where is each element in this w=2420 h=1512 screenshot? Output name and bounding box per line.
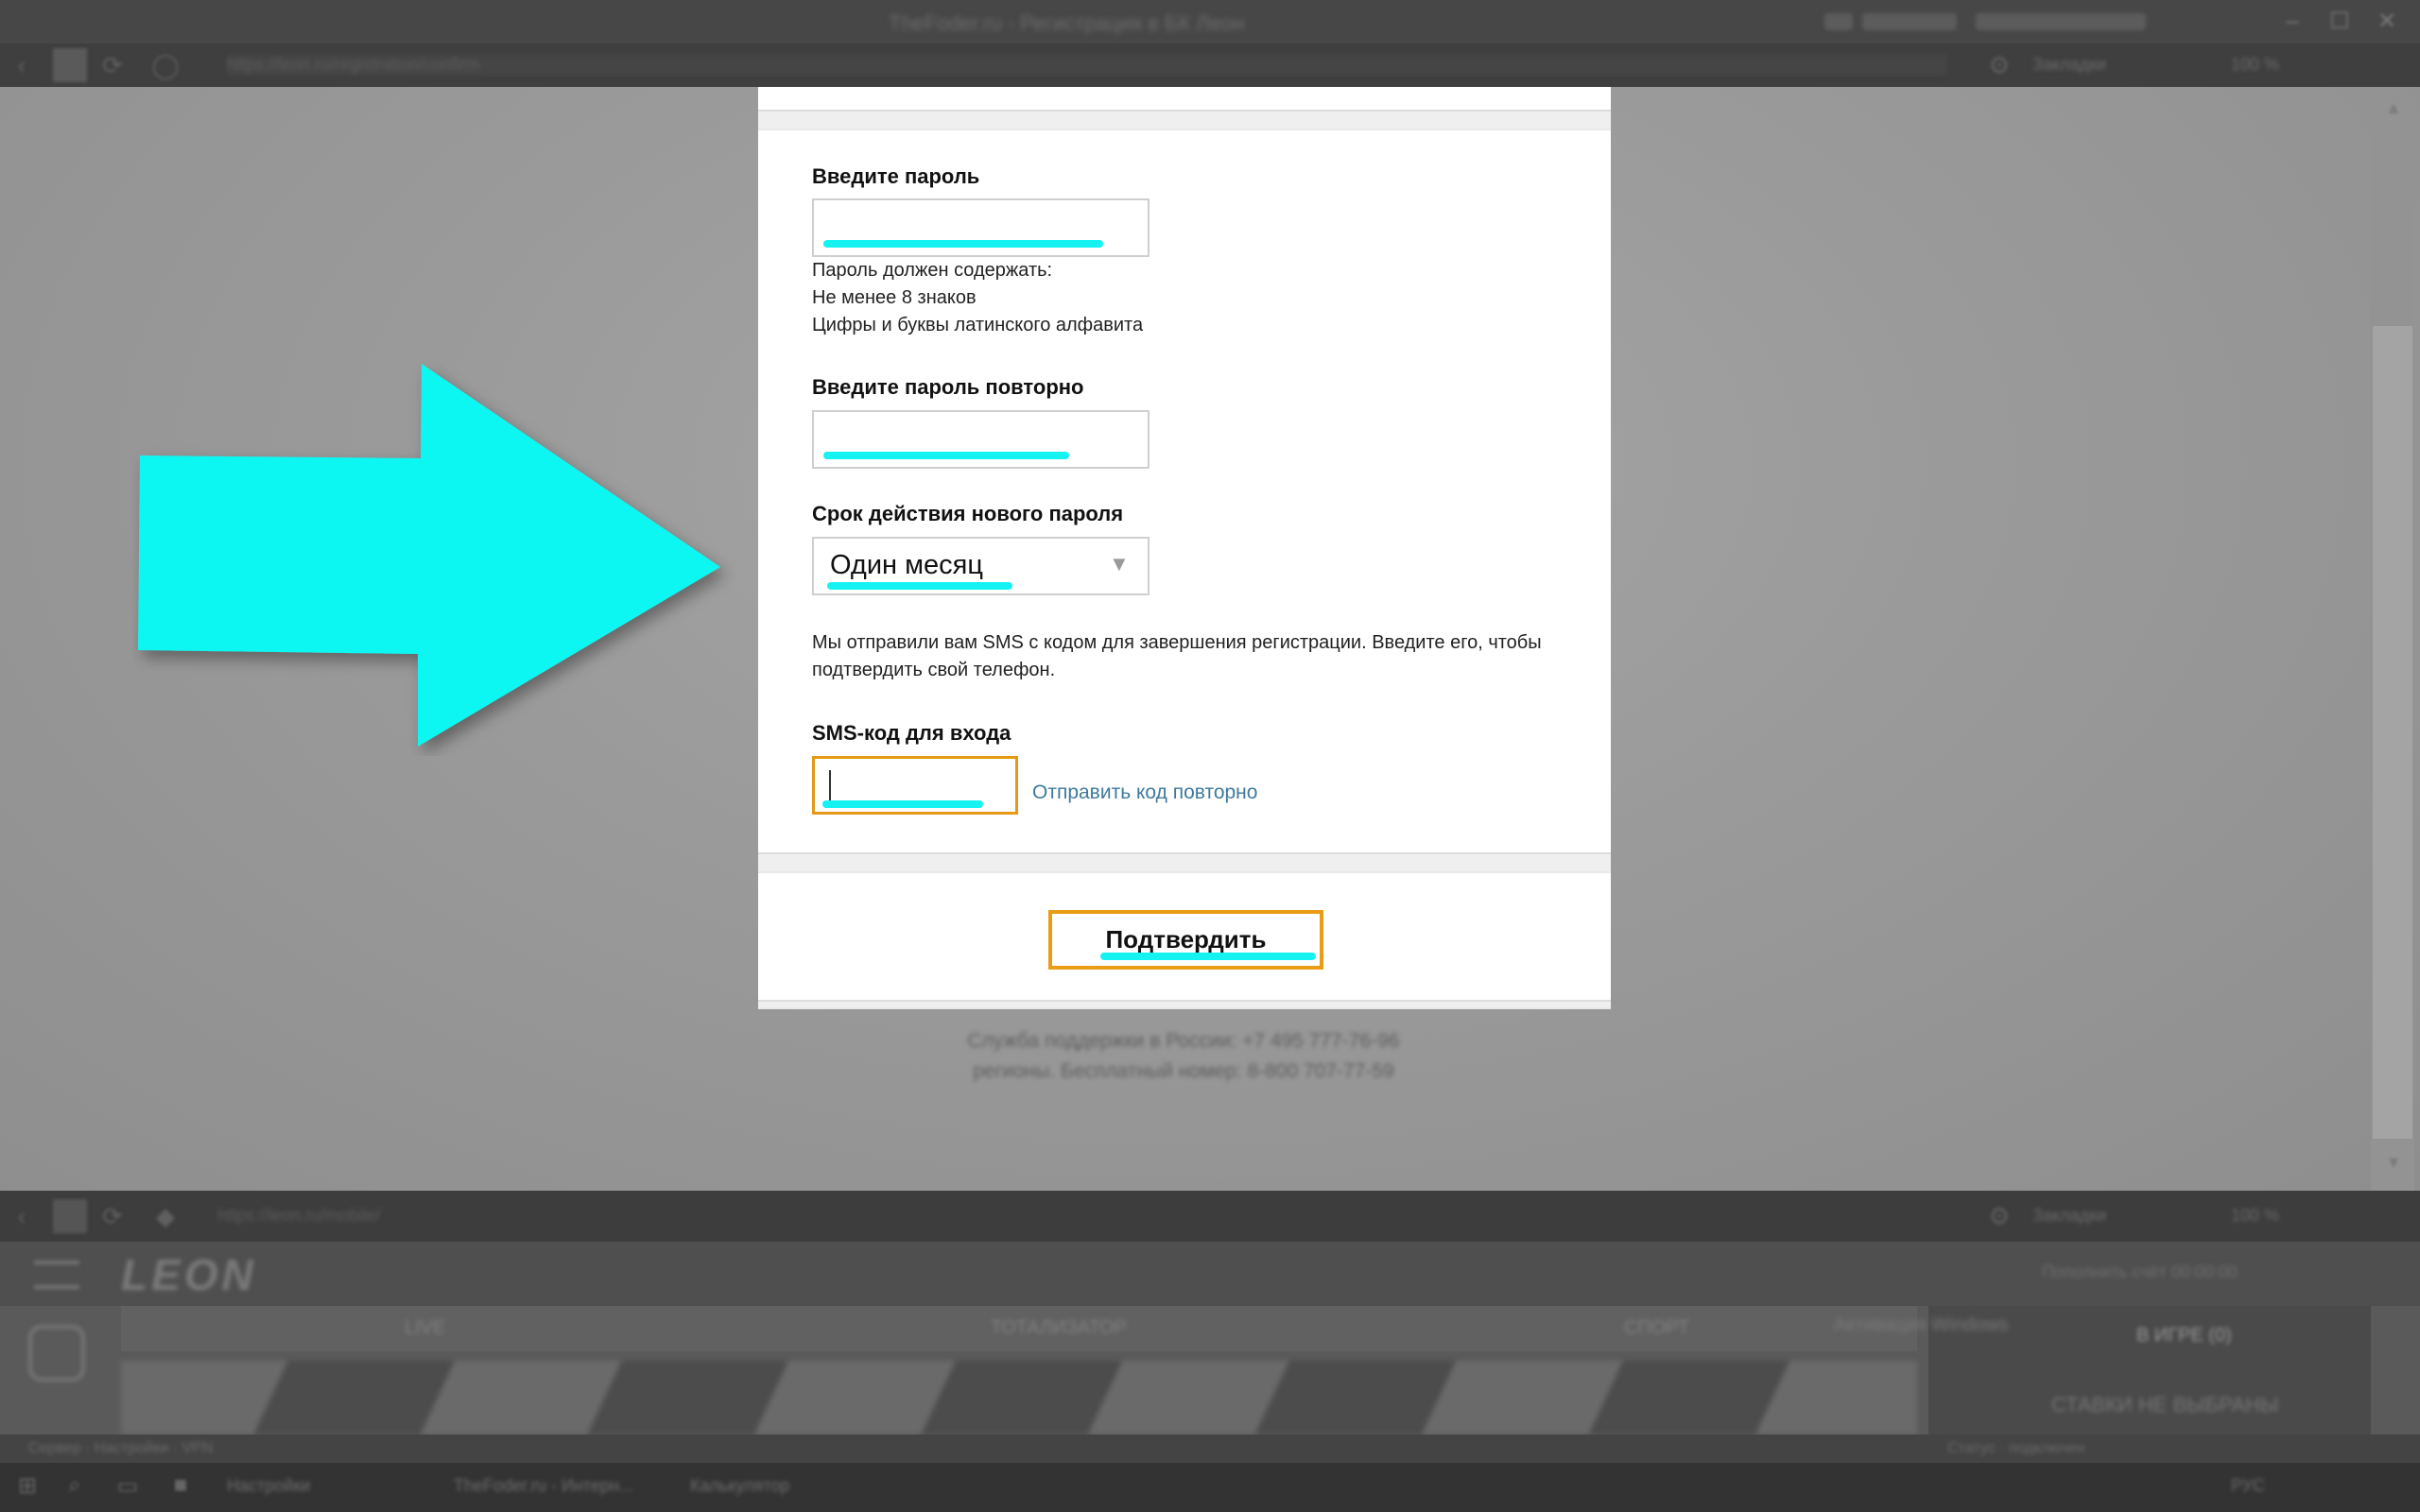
reload-icon[interactable]: ⟳ <box>98 1202 127 1230</box>
bookmark-icon[interactable] <box>1824 13 1853 30</box>
repeat-password-field[interactable] <box>812 410 1150 469</box>
back-icon[interactable]: ‹ <box>8 51 36 79</box>
favorites-icon[interactable] <box>28 1325 85 1382</box>
task-view-icon[interactable]: ▭ <box>113 1472 142 1501</box>
resend-code-link[interactable]: Отправить код повторно <box>1032 782 1257 804</box>
password-hint-length: Не менее 8 знаков <box>812 287 977 308</box>
sms-sent-message: Мы отправили вам SMS с кодом для заверше… <box>812 632 1542 680</box>
pointer-arrow-graphic <box>138 364 720 747</box>
app-header: LEON Пополнить счёт 00:00:00 <box>0 1242 2420 1306</box>
reload-icon[interactable]: ⟳ <box>98 51 127 79</box>
taskbar-item-calculator[interactable]: Калькулятор <box>690 1476 789 1496</box>
modal-top-divider <box>758 110 1611 130</box>
repeat-password-label: Введите пароль повторно <box>812 375 1084 399</box>
camera-icon[interactable]: ■ <box>166 1472 195 1501</box>
home-icon[interactable]: ◯ <box>151 51 180 79</box>
browser-nav-bar: ‹ ⟳ ◯ https://leon.ru/registration/confi… <box>0 43 2420 87</box>
scroll-down-icon[interactable]: ▼ <box>2382 1153 2405 1176</box>
zoom-level[interactable]: 100 % <box>2231 55 2279 75</box>
tab-sport[interactable]: СПОРТ <box>1624 1317 1689 1339</box>
minimize-icon[interactable]: – <box>2278 8 2307 36</box>
bet-slip-title: В ИГРЕ (0) <box>2136 1325 2232 1346</box>
bet-slip-empty: СТАВКИ НЕ ВЫБРАНЫ <box>2051 1393 2279 1417</box>
status-text: Сервер · Настройки · VPN <box>28 1440 214 1456</box>
validity-select[interactable]: Один месяц ▼ <box>812 537 1150 595</box>
password-field[interactable] <box>812 198 1150 257</box>
taskbar-item-browser[interactable]: TheFoder.ru - Интерн... <box>454 1476 633 1496</box>
status-strip: Сервер · Настройки · VPN Статус · подклю… <box>0 1435 2420 1463</box>
maximize-icon[interactable]: ☐ <box>2325 8 2354 36</box>
password-label: Введите пароль <box>812 164 980 188</box>
sms-code-field[interactable] <box>812 756 1018 815</box>
search-icon[interactable]: ⌕ <box>60 1472 89 1501</box>
tab-totalizator[interactable]: ТОТАЛИЗАТОР <box>991 1317 1127 1339</box>
bookmarks-label[interactable]: Закладки <box>2032 55 2106 75</box>
leon-logo[interactable]: LEON <box>121 1249 257 1300</box>
status-text: Статус · подключен <box>1947 1440 2085 1456</box>
taskbar-item-settings[interactable]: Настройки <box>227 1476 310 1496</box>
second-browser-nav: ‹ ⟳ ◆ https://leon.ru/mobile/ ⚙ Закладки… <box>0 1191 2420 1242</box>
zoom-level[interactable]: 100 % <box>2231 1206 2279 1226</box>
tab-live[interactable]: LIVE <box>405 1317 445 1339</box>
header-account-info[interactable]: Пополнить счёт 00:00:00 <box>2042 1263 2363 1285</box>
taskbar: ⊞ ⌕ ▭ ■ Настройки TheFoder.ru - Интерн..… <box>0 1463 2420 1512</box>
highlight-underline <box>822 800 983 808</box>
back-icon[interactable]: ‹ <box>8 1202 36 1230</box>
validity-selected-value: Один месяц <box>830 550 983 580</box>
modal-footer-edge <box>758 1000 1611 1009</box>
confirm-button[interactable]: Подтвердить <box>1048 910 1323 970</box>
start-icon[interactable]: ⊞ <box>13 1472 42 1501</box>
home-icon[interactable]: ◆ <box>151 1202 180 1230</box>
close-icon[interactable]: ✕ <box>2373 8 2401 36</box>
registration-modal: Введите пароль Пароль должен содержать: … <box>758 87 1611 1009</box>
bookmarks-label[interactable]: Закладки <box>2032 1206 2106 1226</box>
support-phone-free: регионы. Бесплатный номер: 8-800 707-77-… <box>973 1060 1394 1082</box>
scroll-up-icon[interactable]: ▲ <box>2382 98 2405 121</box>
support-phone-russia: Служба поддержки в России: +7 495 777-76… <box>967 1030 1400 1052</box>
text-caret <box>829 770 831 800</box>
chevron-down-icon: ▼ <box>1109 552 1130 576</box>
menu-icon[interactable] <box>34 1261 79 1289</box>
password-hint-title: Пароль должен содержать: <box>812 260 1053 281</box>
settings-icon[interactable]: ⚙ <box>1985 51 2014 79</box>
promo-banner[interactable] <box>121 1361 1917 1435</box>
tab-thumbnail-icon[interactable] <box>53 48 87 82</box>
modal-bottom-divider <box>758 852 1611 873</box>
browser-title-bar: TheFoder.ru - Регистрация в БК Леон – ☐ … <box>0 0 2420 43</box>
language-indicator[interactable]: РУС <box>2231 1476 2265 1496</box>
window-title: TheFoder.ru - Регистрация в БК Леон <box>889 11 1245 35</box>
app-content: LIVE ТОТАЛИЗАТОР СПОРТ Активация Windows… <box>0 1306 2420 1435</box>
address-bar[interactable]: https://leon.ru/registration/confirm <box>227 55 1947 76</box>
address-bar[interactable]: https://leon.ru/mobile/ <box>217 1206 596 1227</box>
highlight-underline <box>823 452 1069 459</box>
settings-icon[interactable]: ⚙ <box>1985 1202 2014 1230</box>
toolbar-group[interactable] <box>1976 13 2146 30</box>
sms-code-label: SMS-код для входа <box>812 721 1011 745</box>
password-hint-charset: Цифры и буквы латинского алфавита <box>812 315 1144 335</box>
highlight-underline <box>1100 953 1316 960</box>
validity-label: Срок действия нового пароля <box>812 502 1124 525</box>
highlight-underline <box>827 582 1012 590</box>
tab-thumbnail-icon[interactable] <box>53 1199 87 1233</box>
highlight-underline <box>823 240 1103 248</box>
sport-tabs: LIVE ТОТАЛИЗАТОР СПОРТ <box>121 1306 1917 1351</box>
scrollbar-thumb[interactable] <box>2373 326 2412 1139</box>
tab-label[interactable] <box>1862 13 1957 30</box>
